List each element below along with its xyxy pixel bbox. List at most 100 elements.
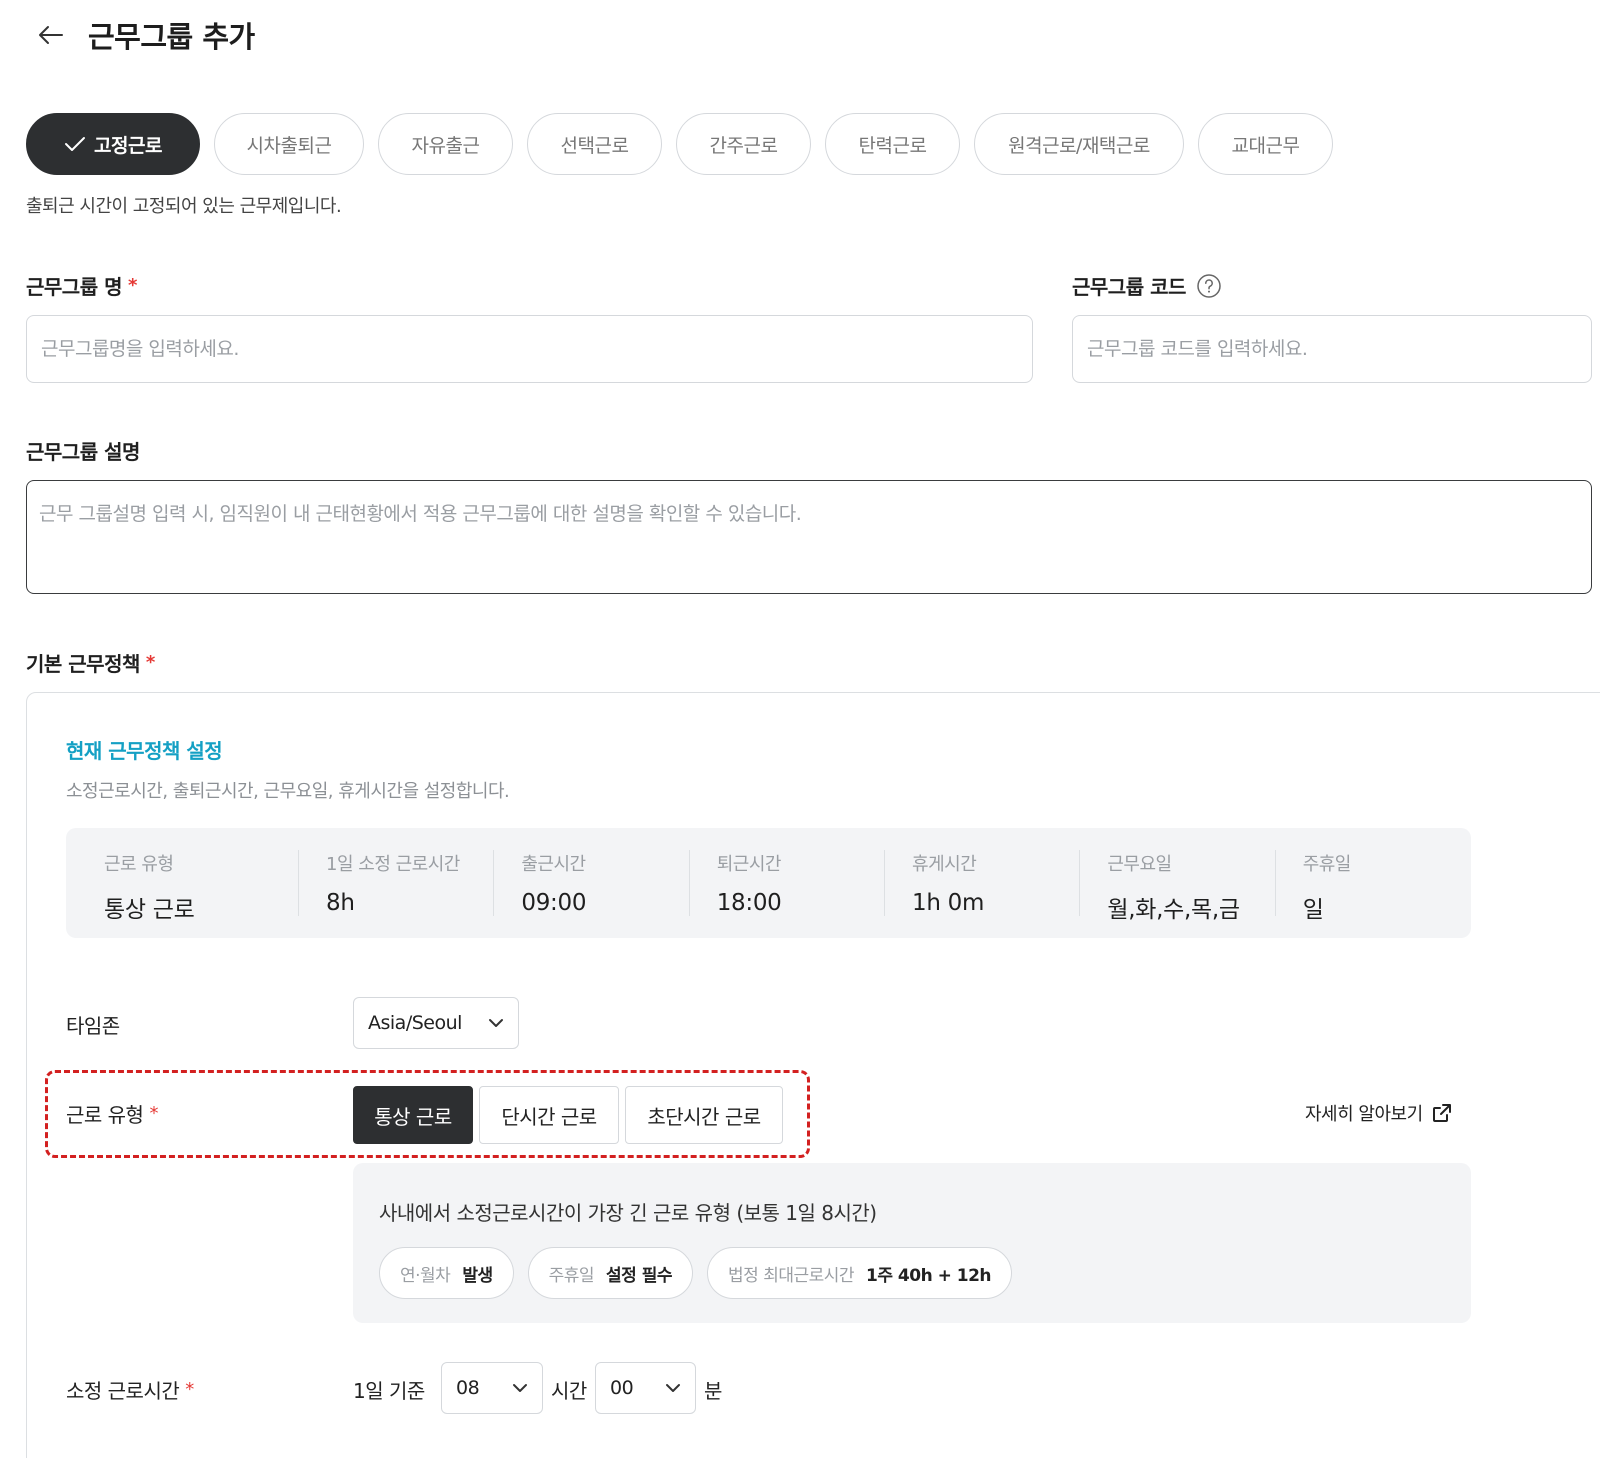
hours-select[interactable]: 08: [441, 1362, 543, 1414]
policy-title: 현재 근무정책 설정: [66, 739, 223, 763]
page-header: 근무그룹 추가: [36, 14, 255, 56]
learn-more-link[interactable]: 자세히 알아보기: [1305, 1100, 1453, 1126]
summary-value: 월,화,수,목,금: [1107, 897, 1240, 923]
label-text: 근무그룹 코드: [1072, 275, 1186, 299]
tab-free-attendance[interactable]: 자유출근: [378, 113, 513, 175]
select-value: Asia/Seoul: [368, 1012, 462, 1034]
summary-value: 1h 0m: [912, 890, 985, 916]
tab-staggered-hours[interactable]: 시차출퇴근: [214, 113, 364, 175]
minutes-select[interactable]: 00: [595, 1362, 696, 1414]
check-icon: [64, 136, 86, 152]
timezone-label: 타임존: [66, 1014, 120, 1038]
policy-subtitle: 소정근로시간, 출퇴근시간, 근무요일, 휴게시간을 설정합니다.: [66, 781, 510, 802]
policy-summary: 근로 유형 통상 근로 1일 소정 근로시간 8h 출근시간 09:00 퇴근시…: [66, 828, 1471, 938]
summary-value: 8h: [326, 890, 355, 916]
summary-label: 근로 유형: [104, 854, 174, 875]
info-text: 사내에서 소정근로시간이 가장 긴 근로 유형 (보통 1일 8시간): [379, 1201, 877, 1225]
hours-unit: 시간: [551, 1379, 587, 1403]
basic-policy-label: 기본 근무정책 *: [26, 648, 155, 677]
chevron-down-icon: [512, 1383, 528, 1393]
group-description-label: 근무그룹 설명: [26, 436, 140, 465]
seg-label: 초단시간 근로: [647, 1104, 761, 1129]
summary-value: 18:00: [716, 890, 782, 916]
select-value: 00: [610, 1377, 634, 1399]
tab-remote-work[interactable]: 원격근로/재택근로: [974, 113, 1184, 175]
labor-type-regular[interactable]: 통상 근로: [353, 1086, 473, 1144]
work-type-tabs: 고정근로 시차출퇴근 자유출근 선택근로 간주근로 탄력근로 원격근로/재택근로…: [26, 113, 1347, 175]
summary-start-time: 출근시간 09:00: [494, 850, 690, 916]
group-description-textarea[interactable]: [26, 480, 1592, 594]
seg-label: 단시간 근로: [501, 1104, 597, 1129]
tab-label: 원격근로/재택근로: [1008, 134, 1150, 157]
summary-label: 근무요일: [1107, 854, 1172, 875]
external-link-icon: [1431, 1102, 1453, 1124]
group-name-label: 근무그룹 명 *: [26, 271, 137, 300]
tab-shift-work[interactable]: 교대근무: [1198, 113, 1333, 175]
summary-weekly-holiday: 주휴일 일: [1276, 850, 1471, 923]
summary-value: 일: [1302, 897, 1324, 923]
summary-work-days: 근무요일 월,화,수,목,금: [1080, 850, 1276, 923]
label-text: 근무그룹 설명: [26, 440, 140, 464]
tab-label: 선택근로: [560, 134, 629, 157]
question-circle-icon[interactable]: [1196, 273, 1222, 299]
timezone-select[interactable]: Asia/Seoul: [353, 997, 519, 1049]
labor-type-short-part-time[interactable]: 초단시간 근로: [625, 1086, 783, 1144]
group-code-label: 근무그룹 코드: [1072, 271, 1222, 300]
label-text: 근무그룹 명: [26, 275, 122, 299]
select-value: 08: [456, 1377, 480, 1399]
arrow-left-icon[interactable]: [36, 20, 66, 50]
tab-label: 교대근무: [1231, 134, 1300, 157]
summary-break-time: 휴게시간 1h 0m: [885, 850, 1081, 916]
page-title: 근무그룹 추가: [88, 20, 255, 54]
required-mark: *: [145, 652, 155, 673]
tab-fixed-work[interactable]: 고정근로: [26, 113, 200, 175]
chevron-down-icon: [488, 1018, 504, 1028]
summary-label: 출근시간: [521, 854, 586, 875]
summary-label: 주휴일: [1302, 854, 1352, 875]
required-mark: *: [127, 275, 137, 296]
labor-type-info: 사내에서 소정근로시간이 가장 긴 근로 유형 (보통 1일 8시간) 연·월차…: [353, 1163, 1471, 1323]
tab-label: 고정근로: [94, 134, 162, 157]
chip-value: 발생: [462, 1265, 493, 1286]
seg-label: 통상 근로: [374, 1104, 452, 1129]
label-text: 소정 근로시간: [66, 1379, 180, 1403]
summary-label: 1일 소정 근로시간: [326, 854, 460, 875]
summary-value: 09:00: [521, 890, 587, 916]
info-chips: 연·월차 발생 주휴일 설정 필수 법정 최대근로시간 1주 40h + 12h: [379, 1247, 1026, 1299]
tab-selective-work[interactable]: 선택근로: [527, 113, 662, 175]
tab-label: 탄력근로: [858, 134, 927, 157]
chevron-down-icon: [665, 1383, 681, 1393]
summary-value: 통상 근로: [104, 897, 195, 923]
summary-daily-hours: 1일 소정 근로시간 8h: [299, 850, 495, 916]
tab-label: 시차출퇴근: [246, 134, 332, 157]
group-code-input[interactable]: [1072, 315, 1592, 383]
work-hours-label: 소정 근로시간 *: [66, 1375, 194, 1404]
labor-type-part-time[interactable]: 단시간 근로: [479, 1086, 619, 1144]
chip-annual-leave: 연·월차 발생: [379, 1247, 514, 1299]
chip-max-hours: 법정 최대근로시간 1주 40h + 12h: [707, 1247, 1013, 1299]
labor-type-label: 근로 유형 *: [66, 1099, 158, 1128]
tab-deemed-work[interactable]: 간주근로: [676, 113, 811, 175]
summary-label: 휴게시간: [912, 854, 977, 875]
work-type-description: 출퇴근 시간이 고정되어 있는 근무제입니다.: [26, 196, 342, 217]
chip-key: 주휴일: [548, 1265, 595, 1286]
chip-value: 설정 필수: [606, 1265, 673, 1286]
chip-value: 1주 40h + 12h: [866, 1265, 992, 1286]
chip-key: 연·월차: [400, 1265, 451, 1286]
chip-weekly-holiday: 주휴일 설정 필수: [527, 1247, 694, 1299]
daily-basis-text: 1일 기준: [353, 1379, 425, 1403]
label-text: 기본 근무정책: [26, 652, 140, 676]
link-text: 자세히 알아보기: [1305, 1104, 1423, 1125]
tab-label: 자유출근: [411, 134, 480, 157]
group-name-input[interactable]: [26, 315, 1033, 383]
summary-labor-type: 근로 유형 통상 근로: [104, 850, 300, 923]
required-mark: *: [185, 1379, 194, 1400]
tab-flexible-work[interactable]: 탄력근로: [825, 113, 960, 175]
tab-label: 간주근로: [709, 134, 778, 157]
label-text: 근로 유형: [66, 1103, 144, 1127]
required-mark: *: [149, 1103, 158, 1124]
minutes-unit: 분: [704, 1379, 722, 1403]
summary-label: 퇴근시간: [716, 854, 782, 875]
summary-end-time: 퇴근시간 18:00: [690, 850, 886, 916]
policy-container: [26, 692, 1600, 1458]
